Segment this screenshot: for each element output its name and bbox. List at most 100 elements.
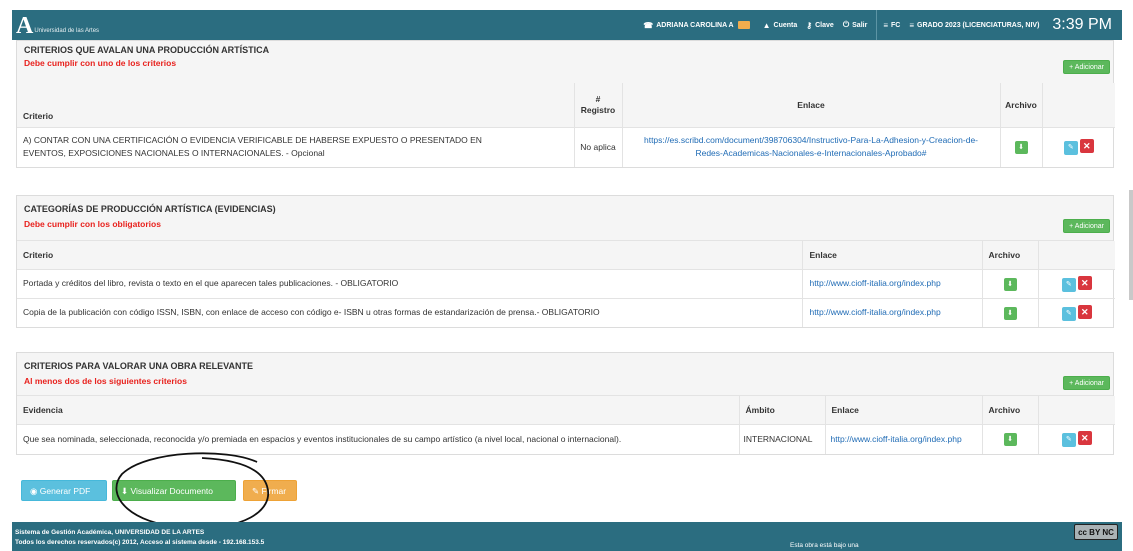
footer-line1: Sistema de Gestión Académica, UNIVERSIDA… [15, 529, 205, 536]
scrollbar[interactable] [1129, 190, 1133, 300]
university-logo[interactable]: A Universidad de las Artes [16, 13, 100, 39]
creative-commons-badge[interactable]: cc BY NC [1074, 524, 1118, 540]
clave-label: Clave [815, 21, 834, 29]
delete-icon[interactable]: ✕ [1077, 275, 1092, 290]
col-registro-hash: # [595, 93, 601, 104]
table-row: Copia de la publicación con código ISSN,… [17, 297, 1115, 327]
delete-icon[interactable]: ✕ [1079, 139, 1094, 154]
panel-title: CATEGORÍAS DE PRODUCCIÓN ARTÍSTICA (EVID… [24, 204, 276, 214]
delete-icon[interactable]: ✕ [1077, 304, 1092, 319]
archivo-cell: ⬇ [982, 297, 1039, 327]
enlace-link[interactable]: http://www.cioff-italia.org/index.php [802, 268, 983, 298]
col-actions [1038, 241, 1115, 269]
panel-subtitle: Debe cumplir con los obligatorios [24, 219, 161, 229]
col-archivo: Archivo [982, 396, 1039, 424]
col-criterio: Criterio [17, 241, 803, 269]
col-archivo: Archivo [1000, 83, 1043, 127]
enlace-line: https://es.scribd.com/document/398706304… [643, 135, 979, 146]
actions-cell: ✎ ✕ [1038, 297, 1115, 327]
col-enlace: Enlace [802, 241, 983, 269]
download-icon[interactable]: ⬇ [1003, 306, 1017, 320]
annotation-circle [115, 452, 270, 530]
navbar-right: ☎ ADRIANA CAROLINA A ▲ Cuenta ⚷ Clave ⏻ … [643, 10, 1122, 40]
license-text: Esta obra está bajo una [790, 542, 859, 549]
eye-icon: ◉ [30, 486, 38, 496]
criterio-line: EVENTOS, EXPOSICIONES NACIONALES O INTER… [23, 148, 325, 159]
footer: Sistema de Gestión Académica, UNIVERSIDA… [12, 522, 1122, 551]
enlace-link[interactable]: http://www.cioff-italia.org/index.php [802, 297, 983, 327]
archivo-cell: ⬇ [982, 423, 1039, 454]
table-header-row: Criterio Enlace Archivo [17, 241, 1115, 269]
mail-icon[interactable] [737, 21, 750, 29]
footer-line2: Todos los derechos reservados(c) 2012, A… [15, 539, 265, 546]
delete-icon[interactable]: ✕ [1077, 431, 1092, 446]
cc-label: cc BY NC [1078, 527, 1114, 537]
logo-mark: A [16, 13, 33, 39]
fc-menu[interactable]: ≡ FC [883, 21, 900, 30]
salir-label: Salir [852, 21, 868, 29]
col-ambito: Ámbito [739, 396, 826, 424]
generar-pdf-button[interactable]: ◉ Generar PDF [21, 480, 107, 501]
col-criterio: Criterio [17, 83, 575, 127]
edit-icon[interactable]: ✎ [1063, 141, 1078, 156]
criterio-cell: A) CONTAR CON UNA CERTIFICACIÓN O EVIDEN… [17, 126, 575, 167]
edit-icon[interactable]: ✎ [1061, 433, 1076, 448]
table-header-row: Evidencia Ámbito Enlace Archivo [17, 396, 1115, 424]
criterio-line: A) CONTAR CON UNA CERTIFICACIÓN O EVIDEN… [23, 135, 482, 146]
edit-icon[interactable]: ✎ [1061, 277, 1076, 292]
criterio-cell: Portada y créditos del libro, revista o … [17, 268, 803, 298]
cuenta-label: Cuenta [773, 21, 798, 29]
enlace-line: Redes-Academicas-Nacionales-e-Internacio… [695, 148, 927, 159]
power-icon: ⏻ [842, 20, 850, 29]
user-name: ADRIANA CAROLINA A [656, 21, 734, 29]
fc-label: FC [891, 21, 901, 29]
cuenta-link[interactable]: ▲ Cuenta [763, 21, 798, 30]
grado-label: GRADO 2023 (LICENCIATURAS, NIV) [917, 21, 1040, 29]
download-icon[interactable]: ⬇ [1014, 141, 1028, 155]
add-button[interactable]: + Adicionar [1063, 60, 1110, 74]
col-actions [1038, 396, 1115, 424]
panel-criterios-produccion: CRITERIOS QUE AVALAN UNA PRODUCCIÓN ARTÍ… [16, 40, 1115, 168]
col-archivo: Archivo [982, 241, 1039, 269]
edit-icon[interactable]: ✎ [1061, 306, 1076, 321]
top-navbar: A Universidad de las Artes ☎ ADRIANA CAR… [12, 10, 1122, 40]
panel-header: CRITERIOS QUE AVALAN UNA PRODUCCIÓN ARTÍ… [17, 41, 1113, 83]
actions-cell: ✎ ✕ [1038, 423, 1115, 454]
archivo-cell: ⬇ [1000, 126, 1043, 167]
actions-cell: ✎ ✕ [1038, 268, 1115, 298]
add-button[interactable]: + Adicionar [1063, 219, 1110, 233]
enlace-link[interactable]: http://www.cioff-italia.org/index.php [825, 423, 983, 454]
enlace-link[interactable]: https://es.scribd.com/document/398706304… [622, 126, 1001, 167]
salir-link[interactable]: ⏻ Salir [843, 20, 868, 30]
criterio-cell: Copia de la publicación con código ISSN,… [17, 297, 803, 327]
user-card-icon: ☎ [643, 20, 654, 30]
generar-pdf-label: Generar PDF [39, 486, 91, 496]
panel-title: CRITERIOS QUE AVALAN UNA PRODUCCIÓN ARTÍ… [24, 45, 270, 55]
col-registro: # Registro [574, 83, 623, 127]
add-button[interactable]: + Adicionar [1063, 376, 1110, 390]
col-actions [1042, 83, 1115, 127]
download-icon[interactable]: ⬇ [1003, 433, 1017, 447]
archivo-cell: ⬇ [982, 268, 1039, 298]
col-enlace: Enlace [825, 396, 983, 424]
evidencias-table: Criterio Enlace Archivo Portada y crédit… [17, 241, 1115, 327]
key-icon: ⚷ [806, 20, 813, 30]
col-registro-word: Registro [580, 104, 616, 115]
download-icon[interactable]: ⬇ [1003, 277, 1017, 291]
actions-cell: ✎ ✕ [1042, 126, 1115, 167]
clock: 3:39 PM [1052, 16, 1112, 33]
logo-text: Universidad de las Artes [34, 28, 100, 34]
panel-header: CATEGORÍAS DE PRODUCCIÓN ARTÍSTICA (EVID… [17, 196, 1113, 241]
user-menu[interactable]: ☎ ADRIANA CAROLINA A [643, 21, 753, 30]
menu-icon: ≡ [909, 20, 915, 30]
person-icon: ▲ [762, 20, 771, 30]
table-header-row: Criterio # Registro Enlace Archivo [17, 83, 1115, 127]
panel-obra-relevante: CRITERIOS PARA VALORAR UNA OBRA RELEVANT… [16, 352, 1115, 455]
table-row: Portada y créditos del libro, revista o … [17, 268, 1115, 298]
grado-menu[interactable]: ≡ GRADO 2023 (LICENCIATURAS, NIV) [909, 21, 1039, 30]
navbar-divider [876, 10, 878, 40]
clave-link[interactable]: ⚷ Clave [806, 21, 834, 30]
panel-categorias-evidencias: CATEGORÍAS DE PRODUCCIÓN ARTÍSTICA (EVID… [16, 195, 1115, 328]
panel-header: CRITERIOS PARA VALORAR UNA OBRA RELEVANT… [17, 353, 1113, 396]
menu-icon: ≡ [883, 20, 888, 30]
